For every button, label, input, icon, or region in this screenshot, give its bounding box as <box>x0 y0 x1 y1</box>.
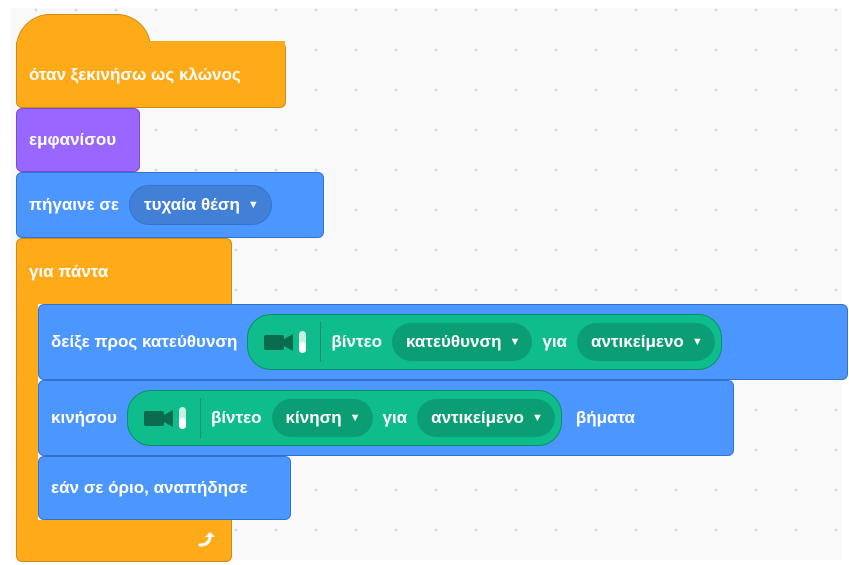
point-in-direction-label: δείξε προς κατεύθυνση <box>51 332 238 351</box>
if-on-edge-bounce-label: εάν σε όριο, αναπήδησε <box>51 478 248 497</box>
video-camera-icon <box>142 404 188 432</box>
chevron-down-icon: ▼ <box>509 336 521 348</box>
forever-label: για πάντα <box>29 261 109 281</box>
video-attribute-value: κίνηση <box>285 408 342 427</box>
point-in-direction-block[interactable]: δείξε προς κατεύθυνση βίντεο κατεύθυνση … <box>38 304 848 380</box>
go-to-target-dropdown[interactable]: τυχαία θέση ▼ <box>128 185 272 225</box>
video-attribute-dropdown[interactable]: κατεύθυνση ▼ <box>392 323 533 361</box>
chevron-down-icon: ▼ <box>349 412 361 424</box>
move-label: κινήσου <box>51 408 117 427</box>
chevron-down-icon: ▼ <box>691 336 703 348</box>
for-label: για <box>382 408 408 427</box>
video-label: βίντεο <box>331 332 383 351</box>
steps-label: βήματα <box>575 408 636 427</box>
reporter-divider <box>199 398 201 438</box>
video-subject-value: αντικείμενο <box>591 332 684 351</box>
video-sensing-reporter[interactable]: βίντεο κίνηση ▼ για αντικείμενο ▼ <box>126 390 562 446</box>
video-subject-dropdown[interactable]: αντικείμενο ▼ <box>417 399 555 437</box>
video-sensing-reporter[interactable]: βίντεο κατεύθυνση ▼ για αντικείμενο ▼ <box>247 314 722 370</box>
video-camera-icon <box>262 328 308 356</box>
video-label: βίντεο <box>210 408 262 427</box>
forever-block[interactable]: για πάντα <box>16 238 232 304</box>
hat-cap-filler <box>17 41 285 47</box>
chevron-down-icon: ▼ <box>531 412 543 424</box>
video-subject-dropdown[interactable]: αντικείμενο ▼ <box>577 323 715 361</box>
video-attribute-value: κατεύθυνση <box>406 332 502 351</box>
move-steps-block[interactable]: κινήσου βίντεο κίνηση ▼ για αντικείμενο … <box>38 380 734 456</box>
show-block-label: εμφανίσου <box>29 130 117 149</box>
forever-block-arm <box>16 303 38 523</box>
for-label: για <box>542 332 568 351</box>
when-start-as-clone-label: όταν ξεκινήσω ως κλώνος <box>29 64 241 84</box>
code-workspace[interactable]: όταν ξεκινήσω ως κλώνος εμφανίσου πήγαιν… <box>10 8 848 562</box>
loop-arrow-icon <box>196 530 216 550</box>
go-to-target-value: τυχαία θέση <box>143 195 240 214</box>
video-attribute-dropdown[interactable]: κίνηση ▼ <box>271 399 373 437</box>
show-block[interactable]: εμφανίσου <box>16 108 140 172</box>
video-subject-value: αντικείμενο <box>431 408 524 427</box>
when-start-as-clone-hat-block[interactable]: όταν ξεκινήσω ως κλώνος <box>16 42 286 108</box>
go-to-block[interactable]: πήγαινε σε τυχαία θέση ▼ <box>16 172 324 238</box>
reporter-divider <box>320 322 322 362</box>
chevron-down-icon: ▼ <box>247 199 259 211</box>
if-on-edge-bounce-block[interactable]: εάν σε όριο, αναπήδησε <box>38 456 291 520</box>
go-to-label: πήγαινε σε <box>29 195 119 214</box>
